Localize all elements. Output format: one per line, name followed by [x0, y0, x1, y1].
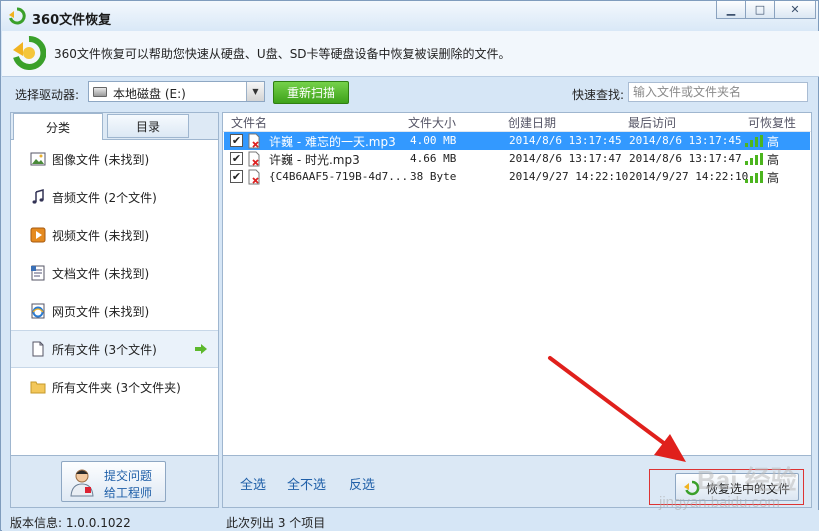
close-button[interactable]: ✕ [774, 1, 816, 19]
file-size: 4.66 MB [410, 152, 457, 165]
file-accessed: 2014/8/6 13:17:47 [629, 152, 742, 165]
category-item-video[interactable]: 视频文件 (未找到) [11, 216, 218, 254]
panel-tabs: 分类 目录 [11, 113, 218, 140]
file-accessed: 2014/9/27 14:22:10 [629, 170, 749, 183]
file-name: 许巍 - 时光.mp3 [269, 153, 360, 167]
window-title: 360文件恢复 [32, 13, 112, 28]
rescan-button[interactable]: 重新扫描 [273, 81, 349, 104]
toolbar: 选择驱动器: 本地磁盘 (E:) ▼ 重新扫描 快速查找: [2, 77, 819, 109]
file-created: 2014/8/6 13:17:45 [509, 134, 622, 147]
row-checkbox[interactable]: ✔ [230, 152, 243, 165]
document-icon [31, 265, 45, 281]
recover-logo-icon [13, 36, 46, 70]
category-label: 音频文件 (2个文件) [52, 190, 157, 205]
drive-label: 选择驱动器: [15, 88, 80, 102]
info-banner: 360文件恢复可以帮助您快速从硬盘、U盘、SD卡等硬盘设备中恢复被误删除的文件。 [2, 31, 819, 77]
chevron-down-icon[interactable]: ▼ [246, 82, 264, 101]
category-label: 图像文件 (未找到) [52, 152, 150, 167]
drive-value: 本地磁盘 (E:) [113, 87, 186, 101]
column-header-accessed[interactable]: 最后访问 [628, 114, 676, 131]
drive-select[interactable]: 本地磁盘 (E:) ▼ [88, 81, 265, 102]
recoverability-value: 高 [767, 153, 780, 167]
help-line-1: 提交问题 [104, 469, 153, 483]
tab-directory[interactable]: 目录 [107, 114, 189, 138]
table-header: 文件名 文件大小 创建日期 最后访问 可恢复性 [223, 113, 811, 132]
recoverability-value: 高 [767, 171, 780, 185]
recover-selected-button[interactable]: 恢复选中的文件 [675, 473, 799, 501]
help-area: 提交问题 给工程师 [10, 456, 219, 508]
column-header-name[interactable]: 文件名 [231, 114, 267, 131]
recover-icon [684, 480, 700, 496]
version-info: 版本信息: 1.0.0.1022 [10, 516, 131, 530]
file-created: 2014/9/27 14:22:10 [509, 170, 629, 183]
signal-icon [745, 171, 763, 183]
app-window: 360文件恢复 ▁ □ ✕ 360文件恢复可以帮助您快速从硬盘、U盘、SD卡等硬… [0, 0, 819, 531]
maximize-button[interactable]: □ [745, 1, 775, 19]
category-label: 文档文件 (未找到) [52, 266, 150, 281]
file-size: 38 Byte [410, 170, 457, 183]
table-row[interactable]: ✔ 许巍 - 难忘的一天.mp3 4.00 MB 2014/8/6 13:17:… [224, 132, 810, 150]
file-icon [32, 341, 44, 357]
recover-button-label: 恢复选中的文件 [706, 482, 791, 496]
recoverability-value: 高 [767, 135, 780, 149]
category-item-image[interactable]: 图像文件 (未找到) [11, 140, 218, 178]
minimize-button[interactable]: ▁ [716, 1, 746, 19]
select-none-link[interactable]: 全不选 [287, 474, 326, 493]
image-icon [30, 152, 46, 166]
category-item-all-folders[interactable]: 所有文件夹 (3个文件夹) [11, 368, 218, 406]
video-icon [30, 227, 46, 243]
title-bar: 360文件恢复 ▁ □ ✕ [1, 1, 818, 31]
table-row[interactable]: ✔ 许巍 - 时光.mp3 4.66 MB 2014/8/6 13:17:47 … [224, 150, 810, 168]
row-checkbox[interactable]: ✔ [230, 134, 243, 147]
status-bar: 版本信息: 1.0.0.1022 此次列出 3 个项目 [2, 510, 819, 531]
signal-icon [745, 153, 763, 165]
category-panel: 分类 目录 图像文件 (未找到) 音频文件 (2个文件) 视频文件 (未找到) … [10, 112, 219, 456]
file-size: 4.00 MB [410, 134, 457, 147]
category-label: 视频文件 (未找到) [52, 228, 150, 243]
category-item-audio[interactable]: 音频文件 (2个文件) [11, 178, 218, 216]
column-header-size[interactable]: 文件大小 [408, 114, 456, 131]
quick-search-input[interactable] [628, 82, 808, 102]
action-bar: 全选 全不选 反选 恢复选中的文件 [222, 456, 812, 508]
deleted-file-icon [248, 169, 260, 185]
engineer-icon [70, 469, 94, 497]
select-all-link[interactable]: 全选 [240, 474, 266, 493]
music-icon [32, 189, 44, 204]
submit-issue-button[interactable]: 提交问题 给工程师 [61, 461, 166, 502]
items-listed: 此次列出 3 个项目 [226, 516, 326, 530]
quick-search-label: 快速查找: [572, 88, 625, 102]
column-header-created[interactable]: 创建日期 [508, 114, 556, 131]
invert-selection-link[interactable]: 反选 [349, 474, 375, 493]
category-label: 所有文件夹 (3个文件夹) [52, 380, 181, 395]
category-label: 所有文件 (3个文件) [52, 342, 157, 357]
file-created: 2014/8/6 13:17:47 [509, 152, 622, 165]
file-accessed: 2014/8/6 13:17:45 [629, 134, 742, 147]
category-item-document[interactable]: 文档文件 (未找到) [11, 254, 218, 292]
disk-icon [93, 87, 107, 97]
help-line-2: 给工程师 [104, 486, 153, 500]
tab-category[interactable]: 分类 [13, 113, 103, 140]
table-row[interactable]: ✔ {C4B6AAF5-719B-4d7... 38 Byte 2014/9/2… [224, 168, 810, 186]
arrow-right-icon [195, 344, 207, 354]
file-table: 文件名 文件大小 创建日期 最后访问 可恢复性 ✔ 许巍 - 难忘的一天.mp3… [222, 112, 812, 456]
webpage-icon [31, 303, 45, 319]
category-item-all-files[interactable]: 所有文件 (3个文件) [11, 330, 218, 368]
banner-text: 360文件恢复可以帮助您快速从硬盘、U盘、SD卡等硬盘设备中恢复被误删除的文件。 [54, 47, 511, 61]
column-header-recoverability[interactable]: 可恢复性 [748, 114, 796, 131]
app-logo-icon [9, 7, 26, 25]
file-name: 许巍 - 难忘的一天.mp3 [269, 135, 396, 149]
category-list: 图像文件 (未找到) 音频文件 (2个文件) 视频文件 (未找到) 文档文件 (… [11, 140, 218, 406]
file-name: {C4B6AAF5-719B-4d7... [269, 170, 409, 183]
folder-icon [30, 381, 46, 394]
signal-icon [745, 135, 763, 147]
deleted-file-icon [248, 133, 260, 149]
category-label: 网页文件 (未找到) [52, 304, 150, 319]
window-controls: ▁ □ ✕ [716, 1, 816, 19]
deleted-file-icon [248, 151, 260, 167]
category-item-webpage[interactable]: 网页文件 (未找到) [11, 292, 218, 330]
row-checkbox[interactable]: ✔ [230, 170, 243, 183]
